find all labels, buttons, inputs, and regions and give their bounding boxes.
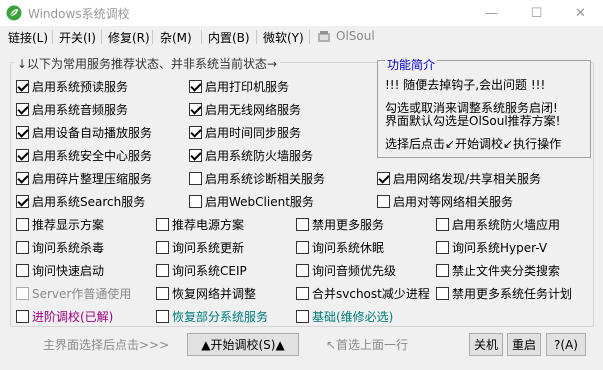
shutdown-button[interactable]: 关机 — [469, 333, 503, 356]
checkbox-network-discovery-service[interactable]: 启用网络发现/共享相关服务 — [377, 170, 541, 186]
hint-right: ↖首选上面一行 — [326, 338, 409, 352]
checkbox-ask-fast-startup[interactable]: 询问快速启动 — [16, 262, 104, 278]
checkbox-security-center-service[interactable]: 启用系统安全中心服务 — [16, 147, 152, 163]
checkbox-merge-svchost[interactable]: 合并svchost减少进程 — [296, 285, 430, 301]
checkbox-disable-more-services[interactable]: 禁用更多服务 — [296, 216, 384, 232]
minimize-button[interactable]: — — [469, 0, 514, 26]
help-button[interactable]: ?(A) — [546, 333, 586, 356]
checkbox-time-sync-service[interactable]: 启用时间同步服务 — [189, 124, 301, 140]
checkbox-prefetch-service[interactable]: 启用系统预读服务 — [16, 78, 128, 94]
checkbox-firewall-service[interactable]: 启用系统防火墙服务 — [189, 147, 313, 163]
checkbox-diagnostics-service[interactable]: 启用系统诊断相关服务 — [189, 170, 325, 186]
checkbox-ask-hibernate[interactable]: 询问系统休眠 — [296, 239, 384, 255]
menu-bar: 链接(L) 开关(I) 修复(R) 杂(M) 内置(B) 微软(Y) OlSou… — [0, 26, 603, 48]
leaf-app-icon — [6, 5, 22, 21]
checkbox-server-normal-use: Server作普通使用 — [16, 285, 131, 301]
checkbox-ask-hyperv[interactable]: 询问系统Hyper-V — [436, 239, 547, 255]
close-button[interactable]: ✕ — [558, 0, 603, 26]
checkbox-ask-ceip[interactable]: 询问系统CEIP — [156, 262, 247, 278]
maximize-button[interactable]: ☐ — [514, 0, 559, 26]
menu-misc[interactable]: 杂(M) — [160, 29, 192, 46]
window-title: Windows系统调校 — [28, 7, 130, 21]
checkbox-audio-service[interactable]: 启用系统音频服务 — [16, 101, 128, 117]
checkbox-restore-network[interactable]: 恢复网络并调整 — [156, 285, 256, 301]
checkbox-advanced-tuning[interactable]: 进阶调校(已解) — [16, 308, 113, 324]
menu-repair[interactable]: 修复(R) — [108, 29, 150, 46]
menu-microsoft[interactable]: 微软(Y) — [263, 29, 304, 46]
checkbox-defrag-service[interactable]: 启用碎片整理压缩服务 — [16, 170, 152, 186]
info-line: 选择后点击↙开始调校↙执行操作 — [385, 137, 562, 151]
restart-button[interactable]: 重启 — [507, 333, 541, 356]
start-tuning-button[interactable]: ▲开始调校(S)▲ — [187, 333, 299, 356]
checkbox-ask-update[interactable]: 询问系统更新 — [156, 239, 244, 255]
checkbox-autoplay-service[interactable]: 启用设备自动播放服务 — [16, 124, 152, 140]
checkbox-firewall-app[interactable]: 启用系统防火墙应用 — [436, 216, 560, 232]
menu-separator — [201, 30, 202, 44]
menu-separator — [101, 30, 102, 44]
checkbox-recommended-power[interactable]: 推荐电源方案 — [156, 216, 244, 232]
checkbox-recommended-display[interactable]: 推荐显示方案 — [16, 216, 104, 232]
info-title: 功能简介 — [385, 56, 438, 73]
menu-links[interactable]: 链接(L) — [8, 29, 48, 46]
menu-separator — [256, 30, 257, 44]
olsoul-icon — [318, 31, 330, 42]
checkbox-restore-services[interactable]: 恢复部分系统服务 — [156, 308, 268, 324]
info-line: 界面默认勾选是OlSoul推荐方案! — [385, 114, 561, 128]
group-title: ↓以下为常用服务推荐状态、并非系统当前状态→ — [14, 55, 281, 72]
checkbox-ask-antivirus[interactable]: 询问系统杀毒 — [16, 239, 104, 255]
title-bar: Windows系统调校 — ☐ ✕ — [0, 0, 603, 26]
menu-switches[interactable]: 开关(I) — [59, 29, 96, 46]
menu-separator — [152, 30, 153, 44]
menu-separator — [52, 30, 53, 44]
checkbox-disable-more-tasks[interactable]: 禁用更多系统任务计划 — [436, 285, 572, 301]
checkbox-search-service[interactable]: 启用系统Search服务 — [16, 193, 145, 209]
info-warning: !!! 随便去掉钩子,会出问题 !!! — [385, 78, 546, 92]
menu-builtin[interactable]: 内置(B) — [208, 29, 250, 46]
checkbox-wireless-service[interactable]: 启用无线网络服务 — [189, 101, 301, 117]
menu-separator — [309, 30, 310, 44]
checkbox-disable-folder-type-search[interactable]: 禁止文件夹分类搜索 — [436, 262, 560, 278]
checkbox-webclient-service[interactable]: 启用WebClient服务 — [189, 193, 314, 209]
menu-olsoul[interactable]: OlSoul — [336, 29, 375, 43]
checkbox-printer-service[interactable]: 启用打印机服务 — [189, 78, 289, 94]
checkbox-basic-repair[interactable]: 基础(维修必选) — [296, 308, 393, 324]
checkbox-peer-network-service[interactable]: 启用对等网络相关服务 — [377, 193, 513, 209]
hint-left: 主界面选择后点击>>> — [43, 338, 170, 352]
checkbox-ask-audio-priority[interactable]: 询问音频优先级 — [296, 262, 396, 278]
